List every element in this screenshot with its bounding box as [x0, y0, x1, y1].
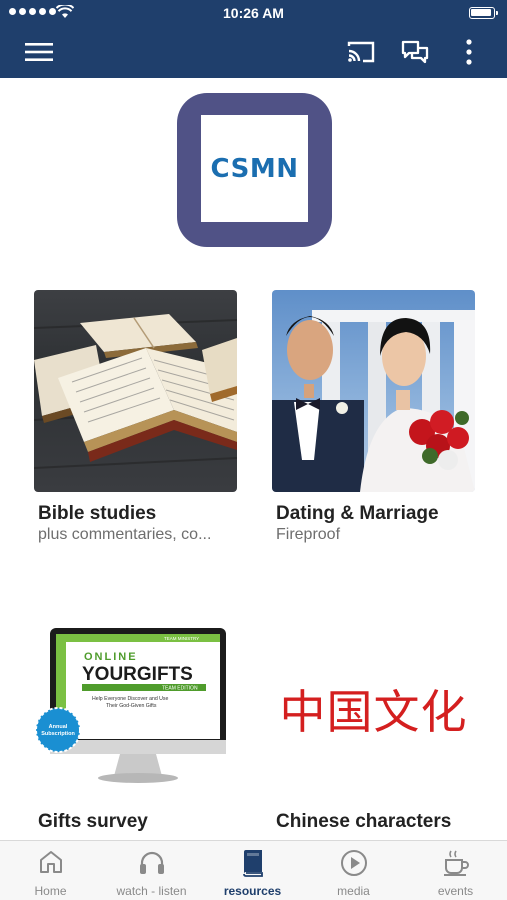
home-icon: [39, 851, 62, 873]
nav-label: Home: [34, 884, 67, 898]
nav-label: resources: [223, 884, 282, 898]
cast-icon: [347, 41, 375, 63]
card-dating-marriage[interactable]: Dating & Marriage Fireproof: [272, 290, 475, 550]
nav-label: events: [437, 884, 474, 898]
coffee-cup-icon: [443, 850, 469, 876]
nav-resources[interactable]: resources: [202, 841, 303, 900]
online-text: ONLINE: [84, 651, 138, 663]
chinese-culture-text: 中国文化: [279, 685, 468, 739]
bottom-navigation: Home watch - listen resources media even…: [0, 840, 507, 900]
svg-text:Their God-Given Gifts: Their God-Given Gifts: [106, 703, 157, 709]
status-time: 10:26 AM: [223, 5, 284, 21]
nav-media[interactable]: media: [303, 841, 404, 900]
card-gifts-survey[interactable]: TEAM MINISTRY ONLINE YOURGIFTS TEAM EDIT…: [34, 608, 237, 838]
app-bar: [0, 26, 507, 78]
chat-button[interactable]: [397, 34, 433, 70]
hamburger-menu-icon: [25, 43, 53, 61]
dating-marriage-image: [272, 290, 475, 492]
headphones-icon: [139, 851, 164, 874]
card-title: Dating & Marriage: [276, 503, 439, 524]
nav-label: media: [337, 884, 370, 898]
csmn-logo: CSMN: [177, 93, 332, 247]
card-chinese-characters[interactable]: 中国文化 Chinese characters: [272, 608, 475, 838]
nav-events[interactable]: events: [404, 841, 507, 900]
svg-text:Subscription: Subscription: [41, 731, 75, 737]
card-title: Chinese characters: [276, 811, 452, 832]
bible-studies-image: [34, 290, 237, 492]
card-subtitle: Fireproof: [276, 526, 341, 543]
status-bar: 10:26 AM: [0, 0, 507, 26]
book-icon: [242, 850, 263, 877]
chinese-characters-image: 中国文化: [272, 608, 475, 810]
battery-icon: [469, 7, 498, 19]
card-bible-studies[interactable]: Bible studies plus commentaries, co...: [34, 290, 237, 550]
gifts-survey-image: TEAM MINISTRY ONLINE YOURGIFTS TEAM EDIT…: [34, 608, 237, 810]
yourgifts-text: YOURGIFTS: [82, 664, 193, 685]
chat-bubbles-icon: [401, 40, 429, 64]
nav-home[interactable]: Home: [0, 841, 101, 900]
logo-inner: CSMN: [201, 115, 308, 222]
tagline-text: Help Everyone Discover and Use: [92, 696, 169, 702]
play-circle-icon: [340, 850, 367, 876]
card-title: Bible studies: [38, 503, 157, 524]
card-title: Gifts survey: [38, 811, 148, 832]
badge-text: Annual: [49, 724, 68, 730]
nav-watch-listen[interactable]: watch - listen: [101, 841, 202, 900]
nav-label: watch - listen: [116, 884, 187, 898]
more-vertical-icon: [466, 39, 472, 65]
logo-text: CSMN: [210, 153, 299, 184]
cast-button[interactable]: [343, 34, 379, 70]
brand-text: TEAM MINISTRY: [164, 636, 199, 641]
menu-button[interactable]: [21, 34, 57, 70]
more-options-button[interactable]: [451, 34, 487, 70]
team-edition-text: TEAM EDITION: [162, 686, 198, 692]
card-subtitle: plus commentaries, co...: [38, 526, 212, 543]
